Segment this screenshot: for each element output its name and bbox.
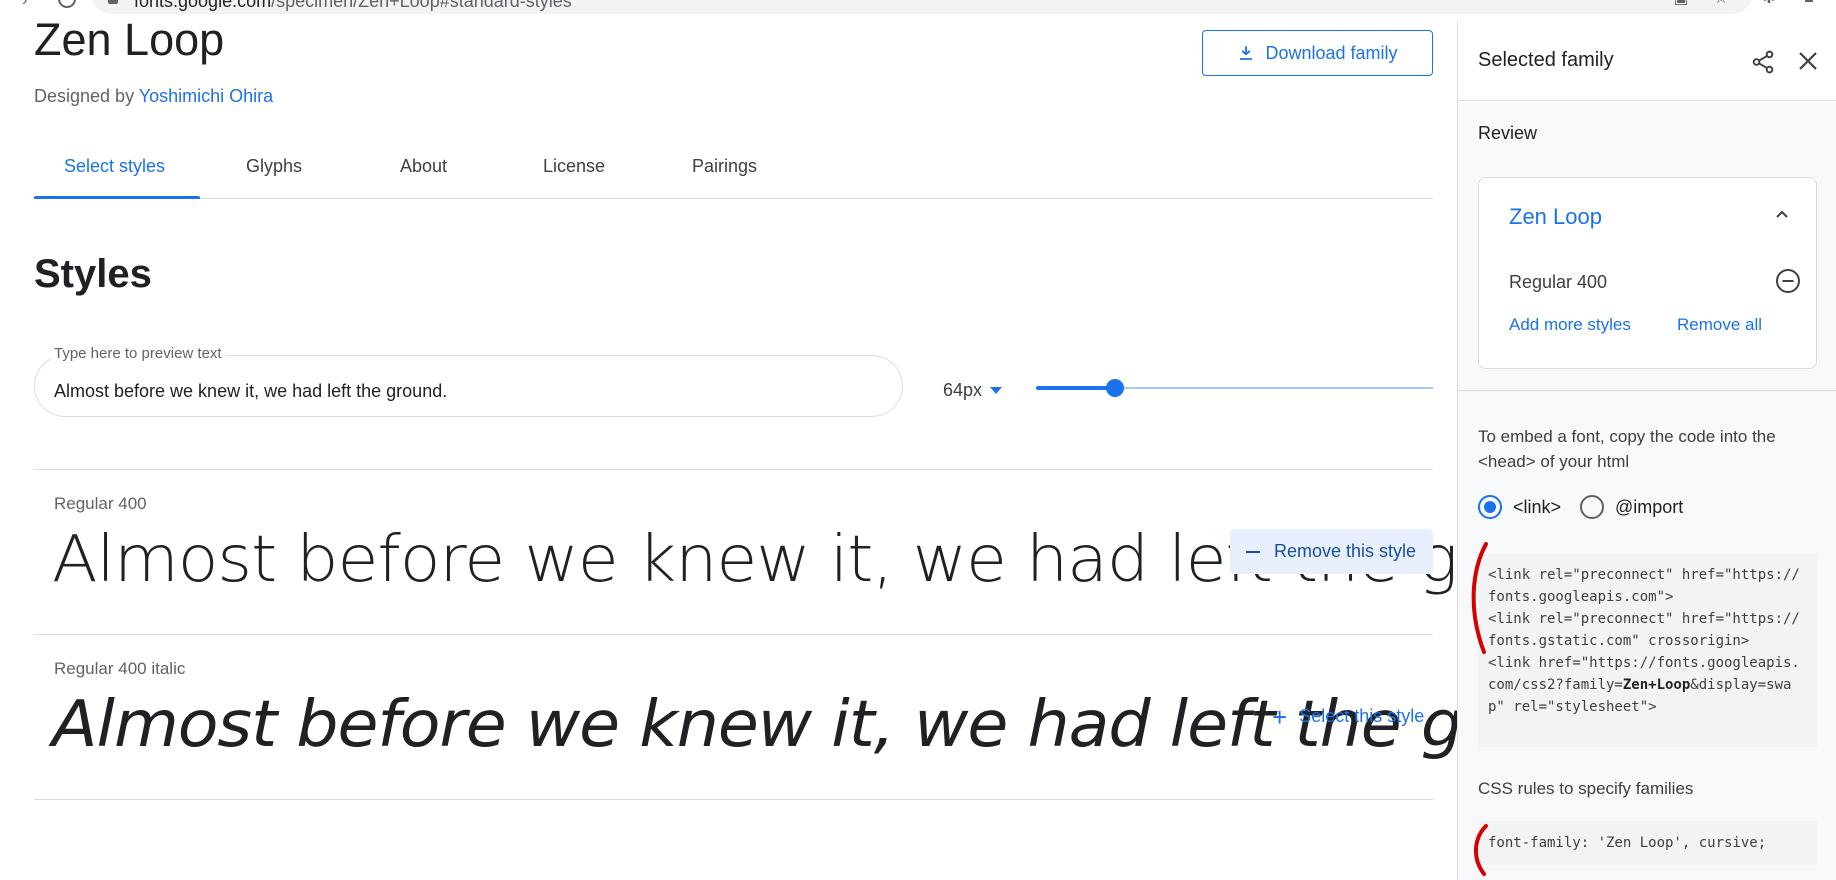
card-family-name[interactable]: Zen Loop [1509,204,1602,230]
radio-link[interactable] [1478,495,1502,519]
url-path: /specimen/Zen+Loop#standard-styles [271,0,572,11]
code-family-param: Zen+Loop [1622,677,1691,693]
chevron-up-icon[interactable] [1774,206,1790,222]
star-icon[interactable]: ☆ [1712,0,1730,8]
font-size-select[interactable]: 64px [943,380,1003,401]
tab-bar: Select styles Glyphs About License Pairi… [34,138,1433,199]
font-size-value: 64px [943,380,983,400]
embed-instructions: To embed a font, copy the code into the … [1478,427,1776,471]
style-name: Regular 400 [54,494,147,513]
css-rule-text: font-family: 'Zen Loop', cursive; [1488,835,1767,851]
remove-style-button[interactable]: Remove this style [1230,529,1433,574]
remove-circle-icon[interactable] [1775,268,1801,294]
styles-heading: Styles [34,252,152,296]
download-family-button[interactable]: Download family [1202,30,1433,76]
slider-fill [1036,386,1116,390]
download-icon [1240,46,1253,60]
tab-about[interactable]: About [400,156,447,177]
radio-import[interactable] [1580,495,1604,519]
selected-family-drawer: Selected family Review Zen Loop Regular … [1457,21,1836,880]
url-host: fonts.google.com [134,0,272,11]
plus-icon: + [1272,701,1288,732]
download-family-label: Download family [1265,42,1398,63]
minus-icon [1246,550,1260,553]
style-row-regular: Regular 400 Almost before we knew it, we… [34,469,1666,634]
style-row-italic: Regular 400 italic Almost before we knew… [34,634,1673,799]
code-line: <link rel="preconnect" href="https://fon… [1488,611,1800,649]
forward-arrow-icon[interactable]: › [22,0,27,10]
close-icon[interactable] [1796,49,1820,73]
browser-toolbar: › fonts.google.com/specimen/Zen+Loop#sta… [0,0,1836,21]
reload-icon[interactable] [58,0,76,8]
radio-import-label[interactable]: @import [1615,497,1683,518]
embed-code-block[interactable]: <link rel="preconnect" href="https://fon… [1478,554,1817,747]
tab-license[interactable]: License [543,156,605,177]
lock-icon[interactable] [108,0,118,4]
url-text[interactable]: fonts.google.com/specimen/Zen+Loop#stand… [134,0,572,12]
code-line: <link rel="preconnect" href="https://fon… [1488,567,1800,605]
preview-input-value[interactable]: Almost before we knew it, we had left th… [54,381,447,402]
style-name: Regular 400 italic [54,659,186,678]
profile-icon[interactable]: ■ [1800,0,1818,8]
designer-link[interactable]: Yoshimichi Ohira [139,86,273,106]
css-rule-code-block[interactable]: font-family: 'Zen Loop', cursive; [1478,821,1817,865]
review-card: Zen Loop Regular 400 Add more styles Rem… [1478,177,1817,369]
css-rules-heading: CSS rules to specify families [1478,779,1694,798]
review-heading: Review [1478,123,1538,143]
tab-pairings[interactable]: Pairings [692,156,757,177]
drawer-title: Selected family [1478,49,1614,71]
add-more-styles-button[interactable]: Add more styles [1509,315,1631,335]
select-style-label: Select this style [1299,706,1425,726]
card-style-name: Regular 400 [1509,272,1608,292]
divider [1458,390,1836,391]
tab-glyphs[interactable]: Glyphs [246,156,302,177]
family-title: Zen Loop [34,14,225,65]
remove-all-button[interactable]: Remove all [1677,315,1762,335]
slider-thumb[interactable] [1106,379,1125,397]
font-size-slider[interactable] [1036,379,1433,397]
designed-by-label: Designed by [34,86,135,106]
drawer-header: Selected family [1458,21,1836,101]
radio-link-label[interactable]: <link> [1513,497,1561,518]
divider [34,799,1433,800]
preview-input-label: Type here to preview text [50,345,226,362]
extensions-icon[interactable]: ✱ [1760,0,1778,8]
translate-icon[interactable]: ▣ [1672,0,1690,8]
active-tab-indicator [34,196,200,199]
tab-select-styles[interactable]: Select styles [64,156,165,177]
remove-style-label: Remove this style [1274,541,1417,561]
share-icon[interactable] [1750,49,1776,75]
dropdown-caret-icon [990,387,1003,394]
designer-line: Designed by Yoshimichi Ohira [34,86,273,107]
select-style-button[interactable]: + Select this style [1254,694,1433,739]
